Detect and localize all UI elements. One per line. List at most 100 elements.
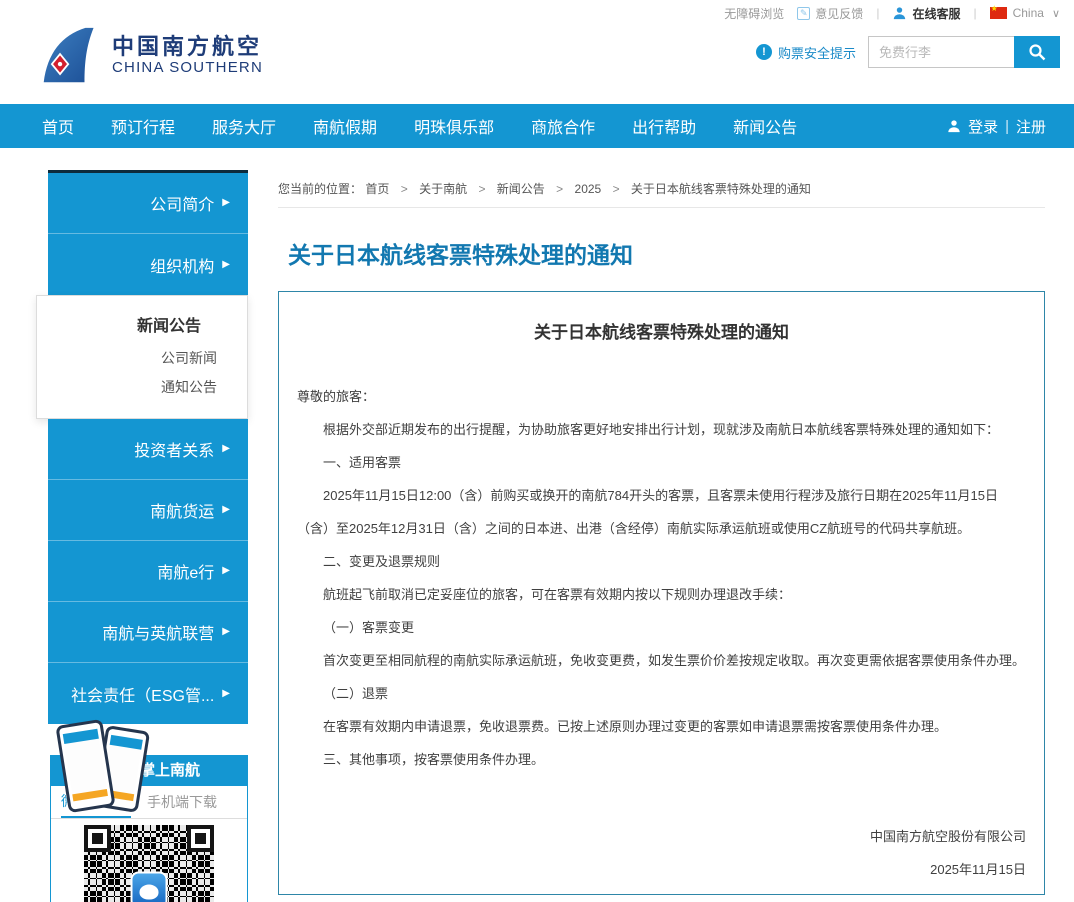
sidebar-item-label: 南航货运: [150, 498, 214, 522]
article-paragraph: 尊敬的旅客：: [297, 380, 1026, 413]
search-icon: [1028, 43, 1046, 61]
main-nav: 首页 预订行程 服务大厅 南航假期 明珠俱乐部 商旅合作 出行帮助 新闻公告 登…: [0, 104, 1074, 148]
breadcrumb-year[interactable]: 2025: [575, 182, 602, 196]
chevron-down-icon: ∨: [1052, 7, 1060, 20]
mobile-app-widget: 掌上南航 微信公众号 手机端下载: [50, 755, 248, 902]
nav-item-news[interactable]: 新闻公告: [733, 114, 797, 138]
ticket-safety-label: 购票安全提示: [778, 43, 856, 62]
sidebar-active-panel: 新闻公告 公司新闻 通知公告: [36, 295, 248, 419]
sidebar-item-label: 南航与英航联营: [102, 620, 214, 644]
utility-bar: 无障碍浏览 ✎ 意见反馈 | 在线客服 | China ∨: [0, 0, 1074, 26]
arrow-right-icon: ▶: [222, 566, 230, 576]
region-selector[interactable]: China ∨: [990, 6, 1060, 20]
page-title: 关于日本航线客票特殊处理的通知: [288, 236, 1045, 270]
nav-item-service-hall[interactable]: 服务大厅: [212, 114, 276, 138]
sidebar-item-esg[interactable]: 社会责任（ESG管... ▶: [48, 663, 248, 724]
feedback-label: 意见反馈: [815, 5, 863, 22]
brand-name-en: CHINA SOUTHERN: [112, 59, 263, 76]
china-flag-icon: [990, 7, 1007, 19]
breadcrumb-about[interactable]: 关于南航: [419, 182, 467, 196]
breadcrumb-current: 关于日本航线客票特殊处理的通知: [631, 182, 811, 196]
article-date: 2025年11月15日: [297, 853, 1026, 886]
app-phones-image: [56, 722, 171, 822]
nav-item-home[interactable]: 首页: [42, 114, 74, 138]
region-label: China: [1013, 6, 1044, 20]
feedback-icon: ✎: [797, 7, 810, 20]
sidebar-menu: 投资者关系 ▶ 南航货运 ▶ 南航e行 ▶ 南航与英航联营 ▶ 社会责任（ESG…: [48, 419, 248, 724]
alert-icon: !: [756, 44, 772, 60]
nav-items: 首页 预订行程 服务大厅 南航假期 明珠俱乐部 商旅合作 出行帮助 新闻公告: [0, 114, 797, 138]
logo[interactable]: 中国南方航空 CHINA SOUTHERN: [38, 26, 263, 84]
arrow-right-icon: ▶: [222, 627, 230, 637]
search-input[interactable]: [868, 36, 1014, 68]
sidebar-item-company-profile[interactable]: 公司简介 ▶: [48, 173, 248, 234]
site-header: 中国南方航空 CHINA SOUTHERN ! 购票安全提示: [0, 26, 1074, 104]
nav-item-holidays[interactable]: 南航假期: [313, 114, 377, 138]
breadcrumb-separator: >: [556, 182, 563, 196]
search-button[interactable]: [1014, 36, 1060, 68]
sidebar-item-label: 社会责任（ESG管...: [71, 682, 214, 706]
article-paragraph: 二、变更及退票规则: [297, 545, 1026, 578]
divider: |: [973, 6, 976, 20]
ticket-safety-link[interactable]: ! 购票安全提示: [756, 43, 856, 62]
arrow-right-icon: ▶: [222, 198, 230, 208]
online-service-link[interactable]: 在线客服: [892, 5, 960, 22]
tailfin-icon: [38, 26, 102, 84]
breadcrumb-prefix: 您当前的位置：: [278, 182, 362, 196]
sidebar-item-e-travel[interactable]: 南航e行 ▶: [48, 541, 248, 602]
brand-name-cn: 中国南方航空: [112, 34, 263, 59]
header-tools: ! 购票安全提示: [756, 36, 1060, 68]
sidebar-item-label: 公司简介: [150, 191, 214, 215]
accessibility-link[interactable]: 无障碍浏览: [724, 5, 784, 22]
feedback-link[interactable]: ✎ 意见反馈: [797, 5, 863, 22]
sidebar-item-organization[interactable]: 组织机构 ▶: [48, 234, 248, 295]
content-area: 您当前的位置： 首页 > 关于南航 > 新闻公告 > 2025 > 关于日本航线…: [278, 175, 1045, 895]
sidebar-subitem-company-news[interactable]: 公司新闻: [37, 344, 247, 373]
divider: |: [1005, 118, 1009, 135]
search-box: [868, 36, 1060, 68]
sidebar-item-label: 南航e行: [157, 559, 214, 583]
article-paragraph: （一）客票变更: [297, 611, 1026, 644]
arrow-right-icon: ▶: [222, 689, 230, 699]
notice-article: 关于日本航线客票特殊处理的通知 尊敬的旅客： 根据外交部近期发布的出行提醒，为协…: [278, 291, 1045, 895]
nav-item-corporate-travel[interactable]: 商旅合作: [531, 114, 595, 138]
register-link[interactable]: 注册: [1016, 116, 1046, 137]
customer-service-icon: [892, 6, 907, 20]
nav-item-booking[interactable]: 预订行程: [111, 114, 175, 138]
article-paragraph: 根据外交部近期发布的出行提醒，为协助旅客更好地安排出行计划，现就涉及南航日本航线…: [297, 413, 1026, 446]
user-icon: [947, 119, 961, 133]
article-signature: 中国南方航空股份有限公司: [297, 820, 1026, 853]
app-logo-icon: [131, 872, 168, 902]
article-paragraph: （二）退票: [297, 677, 1026, 710]
sidebar-item-label: 投资者关系: [134, 437, 214, 461]
breadcrumb-separator: >: [401, 182, 408, 196]
article-paragraph: 航班起飞前取消已定妥座位的旅客，可在客票有效期内按以下规则办理退改手续：: [297, 578, 1026, 611]
nav-item-travel-help[interactable]: 出行帮助: [632, 114, 696, 138]
article-paragraph: 2025年11月15日12:00（含）前购买或换开的南航784开头的客票，且客票…: [297, 479, 1026, 545]
online-service-label: 在线客服: [912, 5, 960, 22]
arrow-right-icon: ▶: [222, 505, 230, 515]
sidebar: 公司简介 ▶ 组织机构 ▶ 新闻公告 公司新闻 通知公告 投资者关系 ▶ 南航货…: [48, 170, 248, 724]
sidebar-item-ba-joint-venture[interactable]: 南航与英航联营 ▶: [48, 602, 248, 663]
article-paragraph: 首次变更至相同航程的南航实际承运航班，免收变更费，如发生票价价差按规定收取。再次…: [297, 644, 1026, 677]
auth-area: 登录 | 注册: [947, 116, 1046, 137]
arrow-right-icon: ▶: [222, 444, 230, 454]
article-title: 关于日本航线客票特殊处理的通知: [297, 318, 1026, 343]
article-paragraph: 三、其他事项，按客票使用条件办理。: [297, 743, 1026, 776]
breadcrumb-separator: >: [613, 182, 620, 196]
breadcrumb: 您当前的位置： 首页 > 关于南航 > 新闻公告 > 2025 > 关于日本航线…: [278, 175, 1045, 208]
breadcrumb-separator: >: [478, 182, 485, 196]
nav-item-sky-pearl-club[interactable]: 明珠俱乐部: [414, 114, 494, 138]
sidebar-subitem-notices[interactable]: 通知公告: [37, 373, 247, 402]
divider: |: [876, 6, 879, 20]
sidebar-item-cargo[interactable]: 南航货运 ▶: [48, 480, 248, 541]
sidebar-item-news-active[interactable]: 新闻公告: [37, 310, 247, 344]
sidebar-item-label: 组织机构: [150, 253, 214, 277]
breadcrumb-home[interactable]: 首页: [365, 182, 389, 196]
sidebar-item-investor-relations[interactable]: 投资者关系 ▶: [48, 419, 248, 480]
breadcrumb-news[interactable]: 新闻公告: [497, 182, 545, 196]
main-area: 公司简介 ▶ 组织机构 ▶ 新闻公告 公司新闻 通知公告 投资者关系 ▶ 南航货…: [0, 148, 1074, 902]
article-paragraph: 一、适用客票: [297, 446, 1026, 479]
login-link[interactable]: 登录: [968, 116, 998, 137]
qr-code: [84, 825, 214, 902]
